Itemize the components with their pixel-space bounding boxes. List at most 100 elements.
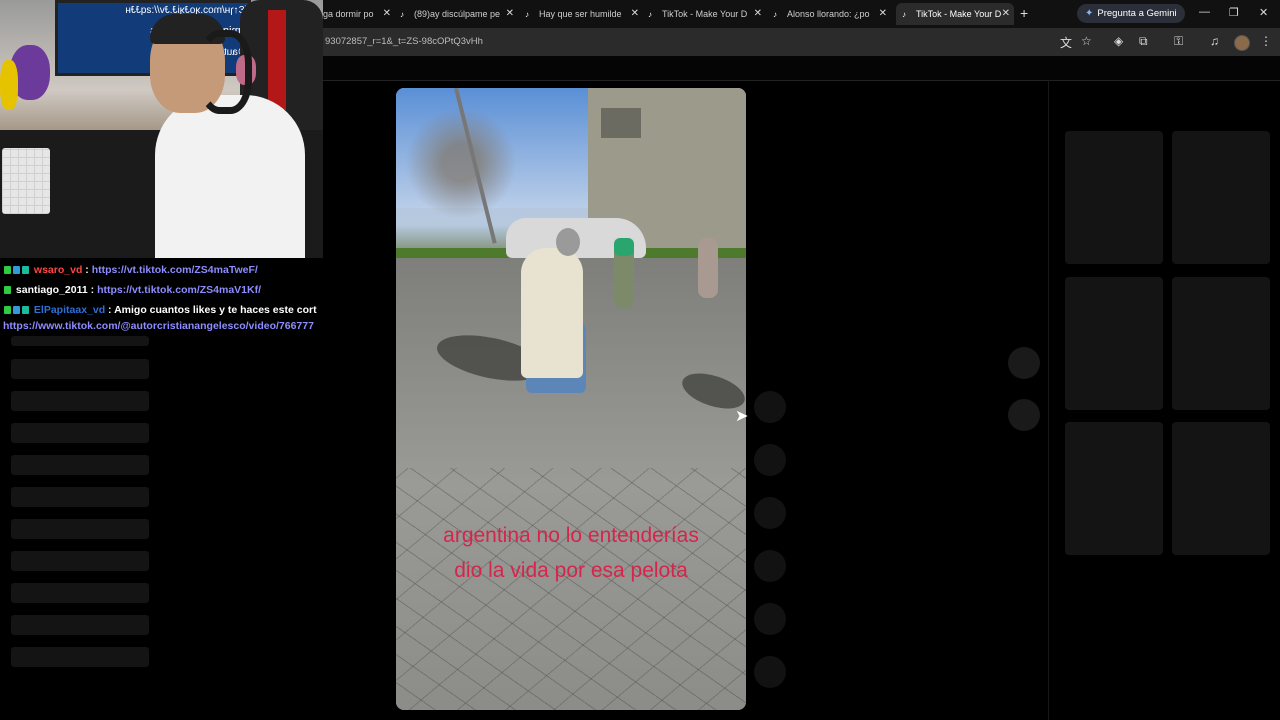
webcam-overlay: (Ɛ↑ɿʜ/moɔ.ʞoɈʞiɈ.Ɉv//:ƨqɈɈʜ Amigo cuanto… xyxy=(0,0,323,258)
close-icon[interactable]: ✕ xyxy=(754,8,762,19)
video-thumbnail-placeholder[interactable] xyxy=(1172,422,1270,555)
video-thumbnail-placeholder[interactable] xyxy=(1172,277,1270,410)
chat-username: wsaro_vd xyxy=(33,264,83,276)
chat-username: santiago_2011 xyxy=(15,284,88,296)
skeleton-row xyxy=(11,423,149,443)
verified-badge-icon xyxy=(13,306,20,315)
video-caption: dio la vida por esa pelota xyxy=(454,559,688,582)
video-thumbnail-placeholder[interactable] xyxy=(1065,131,1163,264)
video-man-head xyxy=(556,228,580,256)
gemini-button[interactable]: ✦ Pregunta a Gemini xyxy=(1077,4,1185,23)
skeleton-row xyxy=(11,487,149,507)
next-video-button[interactable] xyxy=(1008,399,1040,431)
divider xyxy=(1048,80,1049,720)
skeleton-row xyxy=(11,359,149,379)
tab-title: TikTok - Make Your D xyxy=(916,9,1002,19)
gaming-chair-stripe xyxy=(268,10,286,110)
tab-1[interactable]: ga dormir po ✕ xyxy=(323,3,395,25)
video-window xyxy=(601,108,641,138)
tab-5[interactable]: ♪ Alonso llorando: ¿po ✕ xyxy=(773,3,891,25)
headphones xyxy=(198,30,252,114)
kick-badge-icon xyxy=(4,266,11,275)
media-control-icon[interactable]: ♫ xyxy=(1210,34,1219,48)
video-man xyxy=(521,248,583,378)
sub-badge-icon xyxy=(22,306,29,315)
verified-badge-icon xyxy=(13,266,20,275)
like-button[interactable] xyxy=(754,391,786,423)
new-tab-button[interactable]: + xyxy=(1020,5,1028,21)
skeleton-row xyxy=(11,519,149,539)
chat-link[interactable]: https://www.tiktok.com/@autorcristianang… xyxy=(3,320,314,332)
tiktok-icon: ♪ xyxy=(773,9,777,19)
tab-4[interactable]: ♪ TikTok - Make Your D ✕ xyxy=(648,3,766,25)
chat-link[interactable]: https://vt.tiktok.com/ZS4maTweF/ xyxy=(92,264,258,276)
chat-username: ElPapitaax_vd xyxy=(33,304,106,316)
skeleton-row xyxy=(11,615,149,635)
skeleton-row xyxy=(11,391,149,411)
close-icon[interactable]: ✕ xyxy=(1002,8,1010,19)
tab-title: TikTok - Make Your D xyxy=(662,9,748,19)
star-icon[interactable]: ☆ xyxy=(1081,34,1092,48)
tab-3[interactable]: ♪ Hay que ser humilde ✕ xyxy=(525,3,643,25)
bookmark-button[interactable] xyxy=(754,497,786,529)
chat-text: Amigo cuantos likes y te haces este cort xyxy=(114,304,317,316)
video-child-shirt xyxy=(614,238,634,256)
skeleton-row xyxy=(11,455,149,475)
previous-video-button[interactable] xyxy=(1008,347,1040,379)
video-child xyxy=(698,238,718,298)
share-button[interactable] xyxy=(754,550,786,582)
skeleton-row xyxy=(11,551,149,571)
comment-button[interactable] xyxy=(754,444,786,476)
skeleton-row xyxy=(11,336,149,346)
key-icon[interactable]: ⚿ xyxy=(1174,34,1183,49)
restore-icon[interactable]: ❐ xyxy=(1229,6,1239,19)
tab-title: Hay que ser humilde xyxy=(539,9,622,19)
keyboard xyxy=(2,148,50,214)
minimize-icon[interactable]: — xyxy=(1199,6,1210,18)
tab-title: Alonso llorando: ¿po xyxy=(787,9,870,19)
video-thumbnail-placeholder[interactable] xyxy=(1065,277,1163,410)
url-field[interactable]: 93072857_r=1&_t=ZS-98cOPtQ3vHh xyxy=(325,36,483,47)
close-icon[interactable]: ✕ xyxy=(631,8,639,19)
tiktok-icon: ♪ xyxy=(902,9,906,19)
tab-title: (89)ay discúlpame pe xyxy=(414,9,501,19)
tab-title: ga dormir po xyxy=(323,9,374,19)
profile-avatar[interactable] xyxy=(1234,35,1250,51)
plush-toy xyxy=(0,60,18,110)
close-icon[interactable]: ✕ xyxy=(879,8,887,19)
tiktok-icon: ♪ xyxy=(525,9,529,19)
gemini-sparkle-icon: ✦ xyxy=(1085,8,1094,19)
chat-message-continued: https://www.tiktok.com/@autorcristianang… xyxy=(3,320,314,332)
tab-6-active[interactable]: ♪ TikTok - Make Your D ✕ xyxy=(896,3,1014,25)
more-vert-icon[interactable]: ⋮ xyxy=(1260,34,1272,48)
divider xyxy=(323,80,1280,81)
streamer-body xyxy=(155,95,305,258)
close-window-icon[interactable]: ✕ xyxy=(1259,6,1268,19)
tiktok-icon: ♪ xyxy=(648,9,652,19)
skeleton-row xyxy=(11,583,149,603)
close-icon[interactable]: ✕ xyxy=(383,8,391,19)
extension-icon[interactable]: ◈ xyxy=(1114,34,1123,48)
kick-badge-icon xyxy=(4,286,11,295)
gemini-label: Pregunta a Gemini xyxy=(1097,8,1177,19)
kick-badge-icon xyxy=(4,306,11,315)
chat-message: santiago_2011 : https://vt.tiktok.com/ZS… xyxy=(4,284,261,296)
sound-button[interactable] xyxy=(754,656,786,688)
sub-badge-icon xyxy=(22,266,29,275)
tiktok-icon: ♪ xyxy=(400,9,404,19)
video-thumbnail-placeholder[interactable] xyxy=(1065,422,1163,555)
mouse-cursor-icon: ➤ xyxy=(735,408,749,425)
monitor-text: (Ɛ↑ɿʜ/moɔ.ʞoɈʞiɈ.Ɉv//:ƨqɈɈʜ xyxy=(125,5,248,16)
skeleton-row xyxy=(11,647,149,667)
chat-message: wsaro_vd : https://vt.tiktok.com/ZS4maTw… xyxy=(4,264,258,276)
chat-message: ElPapitaax_vd : Amigo cuantos likes y te… xyxy=(4,304,317,316)
chat-link[interactable]: https://vt.tiktok.com/ZS4maV1Kf/ xyxy=(97,284,261,296)
puzzle-icon[interactable]: ⧉ xyxy=(1139,34,1148,49)
tab-2[interactable]: ♪ (89)ay discúlpame pe ✕ xyxy=(400,3,518,25)
video-thumbnail-placeholder[interactable] xyxy=(1172,131,1270,264)
video-caption: argentina no lo entenderías xyxy=(443,524,699,547)
tiktok-video-player[interactable]: argentina no lo entenderías dio la vida … xyxy=(396,88,746,710)
translate-icon[interactable]: 文 xyxy=(1060,34,1072,51)
more-button[interactable] xyxy=(754,603,786,635)
close-icon[interactable]: ✕ xyxy=(506,8,514,19)
